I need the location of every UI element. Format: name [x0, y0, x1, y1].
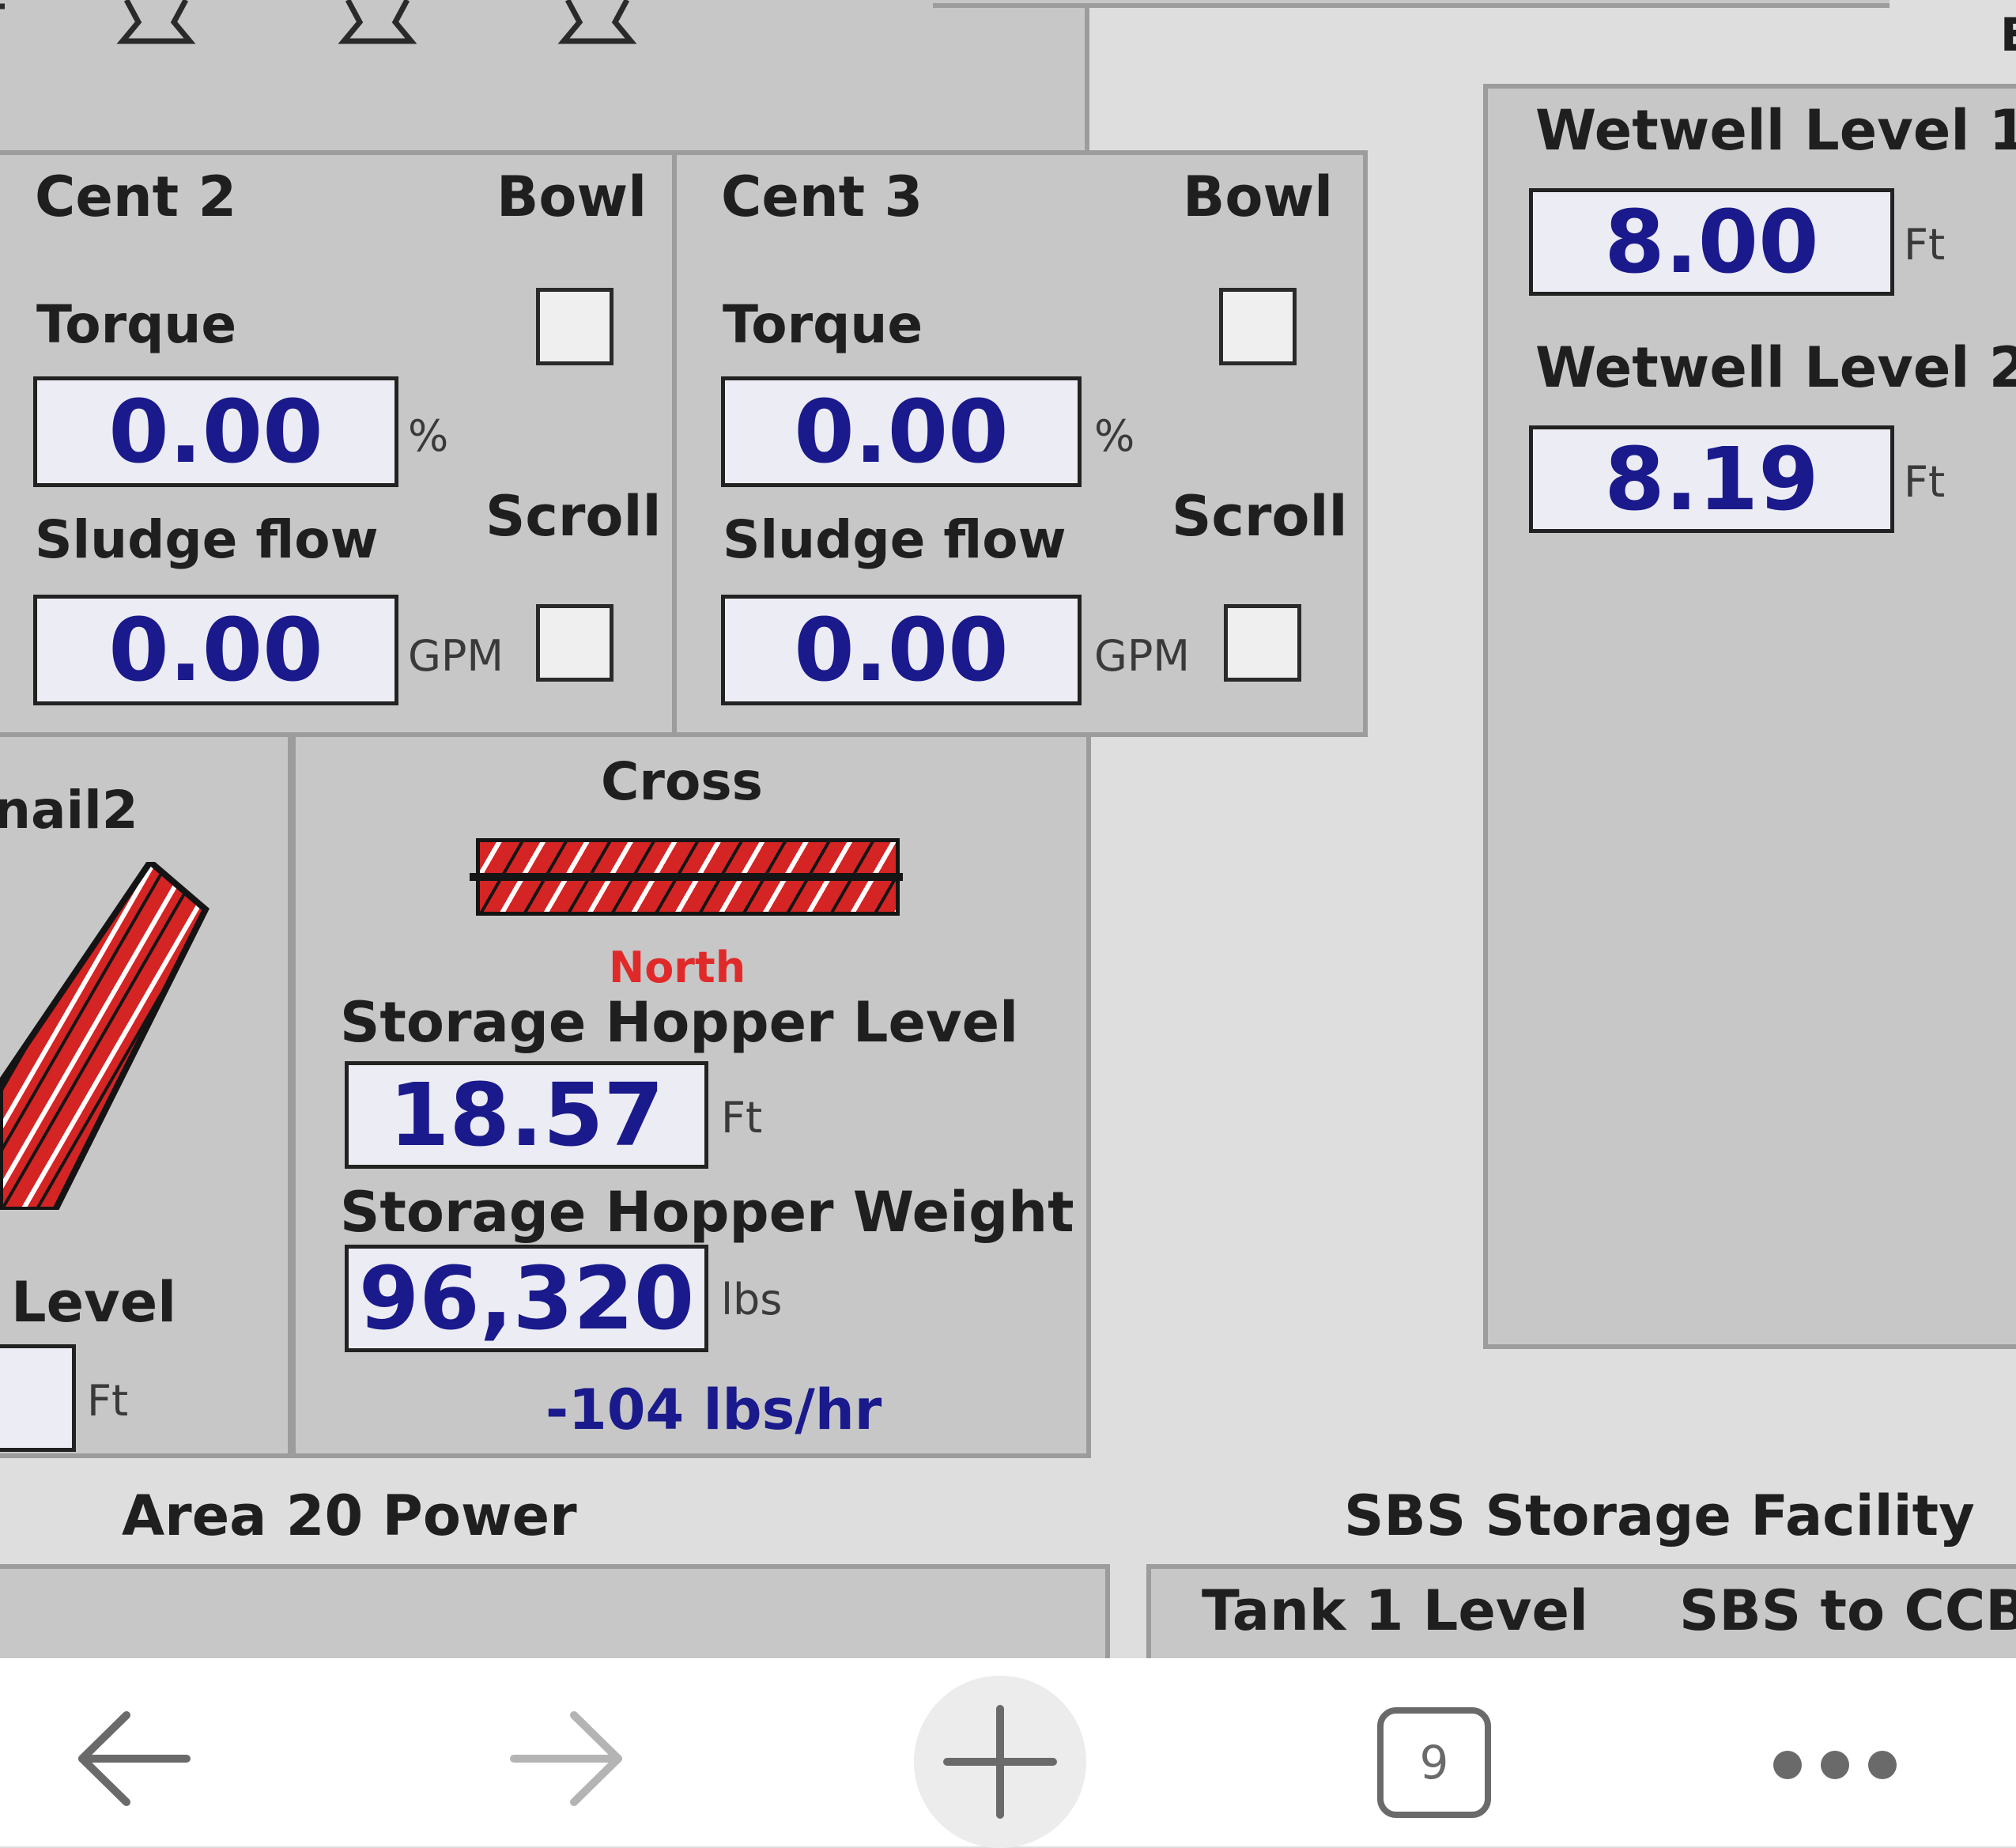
cent2-scroll-label: Scroll — [485, 484, 662, 549]
cent2-sludge-label: Sludge flow — [35, 509, 379, 570]
cent3-title: Cent 3 — [721, 164, 923, 229]
cent3-bowl-label: Bowl — [1183, 164, 1334, 229]
tank1-level-label: Tank 1 Level — [1202, 1578, 1588, 1643]
hopper-weight-label: Storage Hopper Weight — [340, 1180, 1074, 1245]
cent3-torque-unit: % — [1094, 411, 1135, 461]
cent2-scroll-checkbox[interactable] — [536, 604, 613, 682]
cent2-torque-value: 0.00 — [33, 376, 398, 487]
hopper-level-unit: Ft — [721, 1093, 763, 1143]
snail2-conveyor-icon — [0, 862, 210, 1210]
cent2-bowl-checkbox[interactable] — [536, 288, 613, 365]
snail2-title: nail2 — [0, 780, 138, 841]
cent2-title: Cent 2 — [35, 164, 237, 229]
cent2-bowl-label: Bowl — [496, 164, 647, 229]
equipment-glyph-row — [0, 0, 637, 44]
hopper-rate: -104 lbs/hr — [546, 1377, 882, 1442]
area20-power-label: Area 20 Power — [122, 1483, 577, 1548]
cent3-bowl-checkbox[interactable] — [1219, 288, 1297, 365]
wetwell-level1-value: 8.00 — [1529, 188, 1894, 296]
tab-count: 9 — [1419, 1736, 1449, 1789]
cent3-scroll-label: Scroll — [1172, 484, 1348, 549]
hopper-level-value: 18.57 — [345, 1061, 708, 1169]
arrow-right-icon[interactable] — [503, 1707, 629, 1810]
wetwell-level1-unit: Ft — [1904, 220, 1946, 270]
cross-conveyor-axis — [470, 873, 903, 881]
top-right-edge-box — [933, 0, 1890, 8]
snail2-level-value — [0, 1344, 76, 1452]
edge-letter-fragment: E — [2000, 8, 2016, 62]
cent3-sludge-unit: GPM — [1094, 631, 1190, 681]
cent3-sludge-label: Sludge flow — [723, 509, 1067, 570]
cent3-scroll-checkbox[interactable] — [1224, 604, 1301, 682]
wetwell-level1-label: Wetwell Level 1 — [1535, 98, 2016, 163]
wetwell-level2-label: Wetwell Level 2 — [1535, 335, 2016, 400]
snail2-level-label: Level — [11, 1270, 177, 1335]
cross-north-label: North — [609, 943, 746, 992]
sbs-storage-label: SBS Storage Facility — [1344, 1483, 1975, 1548]
cent3-sludge-value: 0.00 — [721, 595, 1082, 705]
hopper-weight-unit: lbs — [721, 1275, 783, 1325]
cent2-torque-label: Torque — [36, 294, 237, 355]
cent2-torque-unit: % — [408, 411, 449, 461]
tab-switcher-button[interactable]: 9 — [1377, 1707, 1491, 1818]
wetwell-level2-unit: Ft — [1904, 457, 1946, 507]
sbs-to-ccb-label: SBS to CCB — [1679, 1578, 2016, 1643]
wetwell-level2-value: 8.19 — [1529, 425, 1894, 533]
browser-nav-bar: 9 — [0, 1658, 2016, 1848]
cent2-sludge-unit: GPM — [408, 631, 504, 681]
cent2-sludge-value: 0.00 — [33, 595, 398, 705]
cross-title: Cross — [601, 751, 763, 812]
cent3-torque-label: Torque — [723, 294, 923, 355]
hopper-level-label: Storage Hopper Level — [340, 990, 1019, 1055]
hopper-weight-value: 96,320 — [345, 1245, 708, 1352]
equipment-glyph-3 — [557, 0, 637, 44]
arrow-left-icon[interactable] — [71, 1707, 198, 1810]
snail2-level-unit: Ft — [87, 1376, 129, 1426]
cent3-torque-value: 0.00 — [721, 376, 1082, 487]
more-dots-icon[interactable] — [1768, 1745, 1902, 1785]
equipment-glyph-1 — [116, 0, 196, 44]
plus-icon — [943, 1705, 1057, 1819]
equipment-glyph-2 — [338, 0, 417, 44]
new-tab-button[interactable] — [914, 1676, 1086, 1848]
